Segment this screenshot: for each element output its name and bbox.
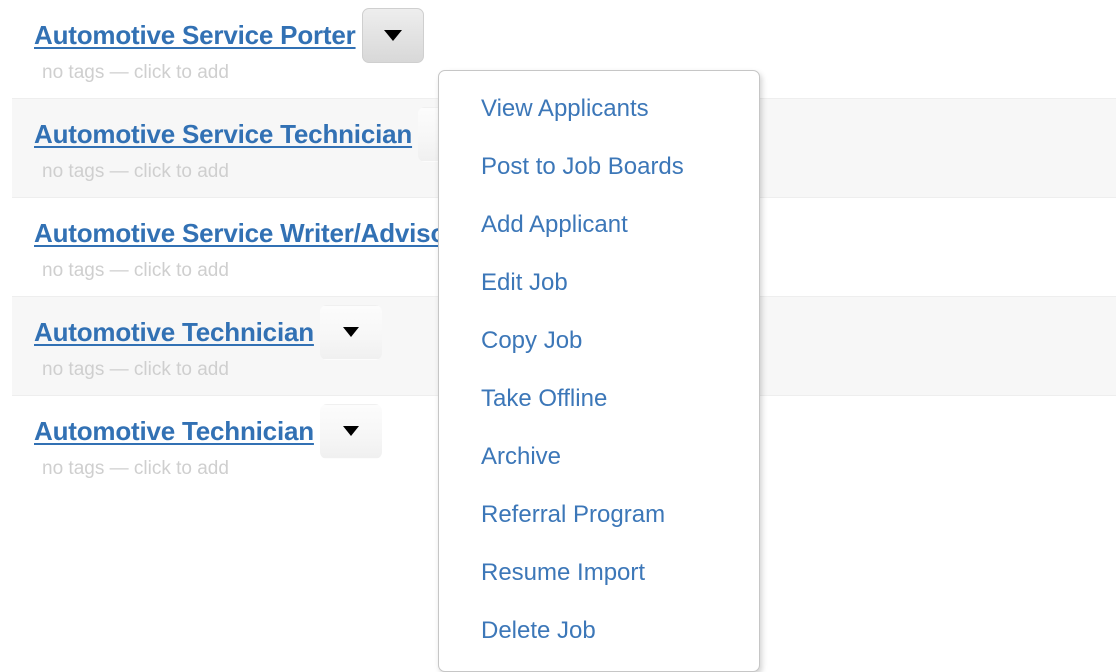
job-title-link[interactable]: Automotive Service Technician [34, 119, 412, 150]
job-title-link[interactable]: Automotive Service Writer/Advisor [34, 218, 456, 249]
menu-item-archive[interactable]: Archive [439, 437, 759, 477]
menu-item-edit-job[interactable]: Edit Job [439, 263, 759, 303]
job-actions-menu: View Applicants Post to Job Boards Add A… [438, 70, 760, 672]
job-title-link[interactable]: Automotive Technician [34, 317, 314, 348]
job-title-row: Automotive Service Porter [12, 7, 1116, 63]
job-title-link[interactable]: Automotive Technician [34, 416, 314, 447]
menu-item-view-applicants[interactable]: View Applicants [439, 89, 759, 129]
menu-item-post-to-job-boards[interactable]: Post to Job Boards [439, 147, 759, 187]
job-list-page: Automotive Service Porter no tags — clic… [0, 0, 1116, 672]
job-actions-dropdown-button[interactable] [361, 7, 424, 63]
chevron-down-icon [342, 426, 359, 436]
chevron-down-icon [383, 29, 402, 41]
menu-item-take-offline[interactable]: Take Offline [439, 379, 759, 419]
menu-item-resume-import[interactable]: Resume Import [439, 553, 759, 593]
job-title-link[interactable]: Automotive Service Porter [34, 20, 356, 51]
menu-item-referral-program[interactable]: Referral Program [439, 495, 759, 535]
job-actions-dropdown-button[interactable] [319, 304, 382, 360]
chevron-down-icon [342, 327, 359, 337]
job-actions-dropdown-button[interactable] [319, 403, 382, 459]
menu-item-copy-job[interactable]: Copy Job [439, 321, 759, 361]
menu-item-add-applicant[interactable]: Add Applicant [439, 205, 759, 245]
menu-item-delete-job[interactable]: Delete Job [439, 611, 759, 651]
